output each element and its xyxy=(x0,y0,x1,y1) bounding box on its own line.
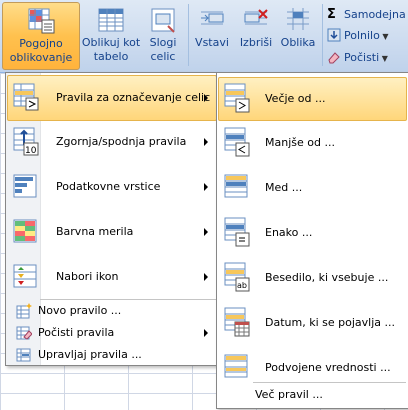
slogi-label-2: celic xyxy=(150,50,176,63)
menu-item-new-rule[interactable]: Novo pravilo ... xyxy=(8,300,216,322)
format-button[interactable]: Oblika xyxy=(278,2,318,68)
submenu-item-label: Večje od ... xyxy=(265,92,326,105)
delete-button[interactable]: Izbriši xyxy=(236,2,276,68)
polnilo-label: Polnilo xyxy=(344,29,380,42)
menu-item-label: Upravljaj pravila ... xyxy=(38,348,142,361)
menu-item-label: Barvna merila xyxy=(56,225,134,238)
submenu-item-label: Besedilo, ki vsebuje ... xyxy=(265,271,389,284)
submenu-item-date-occurring[interactable]: Datum, ki se pojavlja ... xyxy=(219,302,406,344)
submenu-item-more-rules[interactable]: Več pravil ... xyxy=(219,384,406,406)
submenu-item-label: Enako ... xyxy=(265,226,313,239)
clear-button[interactable]: Počisti ▼ xyxy=(327,48,388,68)
color-scales-icon xyxy=(12,216,40,246)
duplicate-values-icon xyxy=(223,351,251,383)
menu-item-label: Nabori ikon xyxy=(56,270,119,283)
autosum-button[interactable]: Σ Samodejna xyxy=(327,5,406,25)
submenu-arrow-icon xyxy=(204,183,208,191)
submenu-arrow-icon xyxy=(204,228,208,236)
equal-to-icon xyxy=(223,216,251,248)
clear-rules-icon xyxy=(16,325,33,341)
menu-item-highlight-rules[interactable]: Pravila za označevanje celic xyxy=(7,75,217,121)
submenu-arrow-icon xyxy=(204,329,208,337)
format-cells-icon xyxy=(283,6,313,34)
menu-item-label: Novo pravilo ... xyxy=(38,304,122,317)
top-bottom-rules-icon: 10 xyxy=(12,126,40,156)
samodejna-label: Samodejna xyxy=(344,8,406,21)
submenu-item-label: Več pravil ... xyxy=(255,388,323,401)
menu-item-data-bars[interactable]: Podatkovne vrstice xyxy=(8,165,216,209)
menu-item-clear-rules[interactable]: Počisti pravila xyxy=(8,322,216,344)
menu-item-top-bottom-rules[interactable]: 10 Zgornja/spodnja pravila xyxy=(8,120,216,164)
conditional-formatting-menu: Pravila za označevanje celic 10 Zgornja/… xyxy=(5,72,219,366)
menu-item-label: Podatkovne vrstice xyxy=(56,180,161,193)
submenu-item-text-contains[interactable]: ab Besedilo, ki vsebuje ... xyxy=(219,257,406,299)
svg-text:10: 10 xyxy=(25,146,37,156)
data-bars-icon xyxy=(12,171,40,201)
insert-button[interactable]: Vstavi xyxy=(192,2,232,68)
conditional-formatting-icon xyxy=(26,7,56,35)
cell-styles-button[interactable]: Slogi celic xyxy=(142,2,184,68)
pogojno-label-2: oblikovanje xyxy=(9,51,73,64)
menu-item-icon-sets[interactable]: Nabori ikon xyxy=(8,255,216,299)
submenu-item-label: Manjše od ... xyxy=(265,136,335,149)
between-icon xyxy=(223,171,251,203)
greater-than-icon xyxy=(223,82,251,114)
pocisti-label: Počisti xyxy=(344,51,380,64)
text-contains-icon: ab xyxy=(223,261,251,293)
submenu-item-label: Datum, ki se pojavlja ... xyxy=(265,316,395,329)
submenu-item-greater-than[interactable]: Večje od ... xyxy=(218,77,407,121)
insert-cells-icon xyxy=(197,6,227,34)
submenu-item-between[interactable]: Med ... xyxy=(219,167,406,209)
chevron-down-icon: ▼ xyxy=(379,54,388,63)
submenu-arrow-icon xyxy=(204,273,208,281)
highlight-rules-submenu: Večje od ... Manjše od ... Med ... Enako… xyxy=(216,72,408,409)
sigma-icon: Σ xyxy=(327,7,336,22)
highlight-rules-icon xyxy=(12,82,40,112)
submenu-item-less-than[interactable]: Manjše od ... xyxy=(219,122,406,164)
slogi-label-1: Slogi xyxy=(149,36,177,49)
format-as-table-button[interactable]: Oblikuj kot tabelo xyxy=(80,2,142,68)
submenu-arrow-icon xyxy=(204,94,208,102)
izbrisi-label: Izbriši xyxy=(239,36,273,49)
svg-text:ab: ab xyxy=(237,281,247,290)
pogojno-label-1: Pogojno xyxy=(19,37,63,50)
menu-item-label: Zgornja/spodnja pravila xyxy=(56,135,187,148)
manage-rules-icon xyxy=(16,347,32,363)
menu-item-color-scales[interactable]: Barvna merila xyxy=(8,210,216,254)
fill-down-icon xyxy=(327,28,341,42)
delete-cells-icon xyxy=(241,6,271,34)
menu-item-label: Počisti pravila xyxy=(38,326,115,339)
oblikuj-label-1: Oblikuj kot xyxy=(81,36,141,49)
vstavi-label: Vstavi xyxy=(195,36,229,49)
ribbon-separator xyxy=(322,4,323,66)
format-as-table-icon xyxy=(96,6,126,34)
fill-button[interactable]: Polnilo ▼ xyxy=(327,26,389,46)
submenu-separator xyxy=(253,382,406,383)
new-rule-icon xyxy=(16,303,32,319)
submenu-item-label: Med ... xyxy=(265,181,303,194)
chevron-down-icon: ▼ xyxy=(379,32,389,41)
ribbon-separator xyxy=(188,4,189,66)
icon-sets-icon xyxy=(12,261,40,291)
conditional-formatting-button[interactable]: Pogojno oblikovanje xyxy=(2,2,80,70)
cell-styles-icon xyxy=(148,6,178,34)
submenu-arrow-icon xyxy=(204,138,208,146)
ribbon: Pogojno oblikovanje Oblikuj kot tabelo S… xyxy=(0,0,408,73)
menu-item-manage-rules[interactable]: Upravljaj pravila ... xyxy=(8,344,216,366)
less-than-icon xyxy=(223,126,251,158)
oblikuj-label-2: tabelo xyxy=(93,50,129,63)
menu-item-label: Pravila za označevanje celic xyxy=(56,91,211,104)
date-occurring-icon xyxy=(223,306,251,338)
submenu-item-equal-to[interactable]: Enako ... xyxy=(219,212,406,254)
oblika-label: Oblika xyxy=(280,36,316,49)
eraser-icon xyxy=(327,50,341,64)
